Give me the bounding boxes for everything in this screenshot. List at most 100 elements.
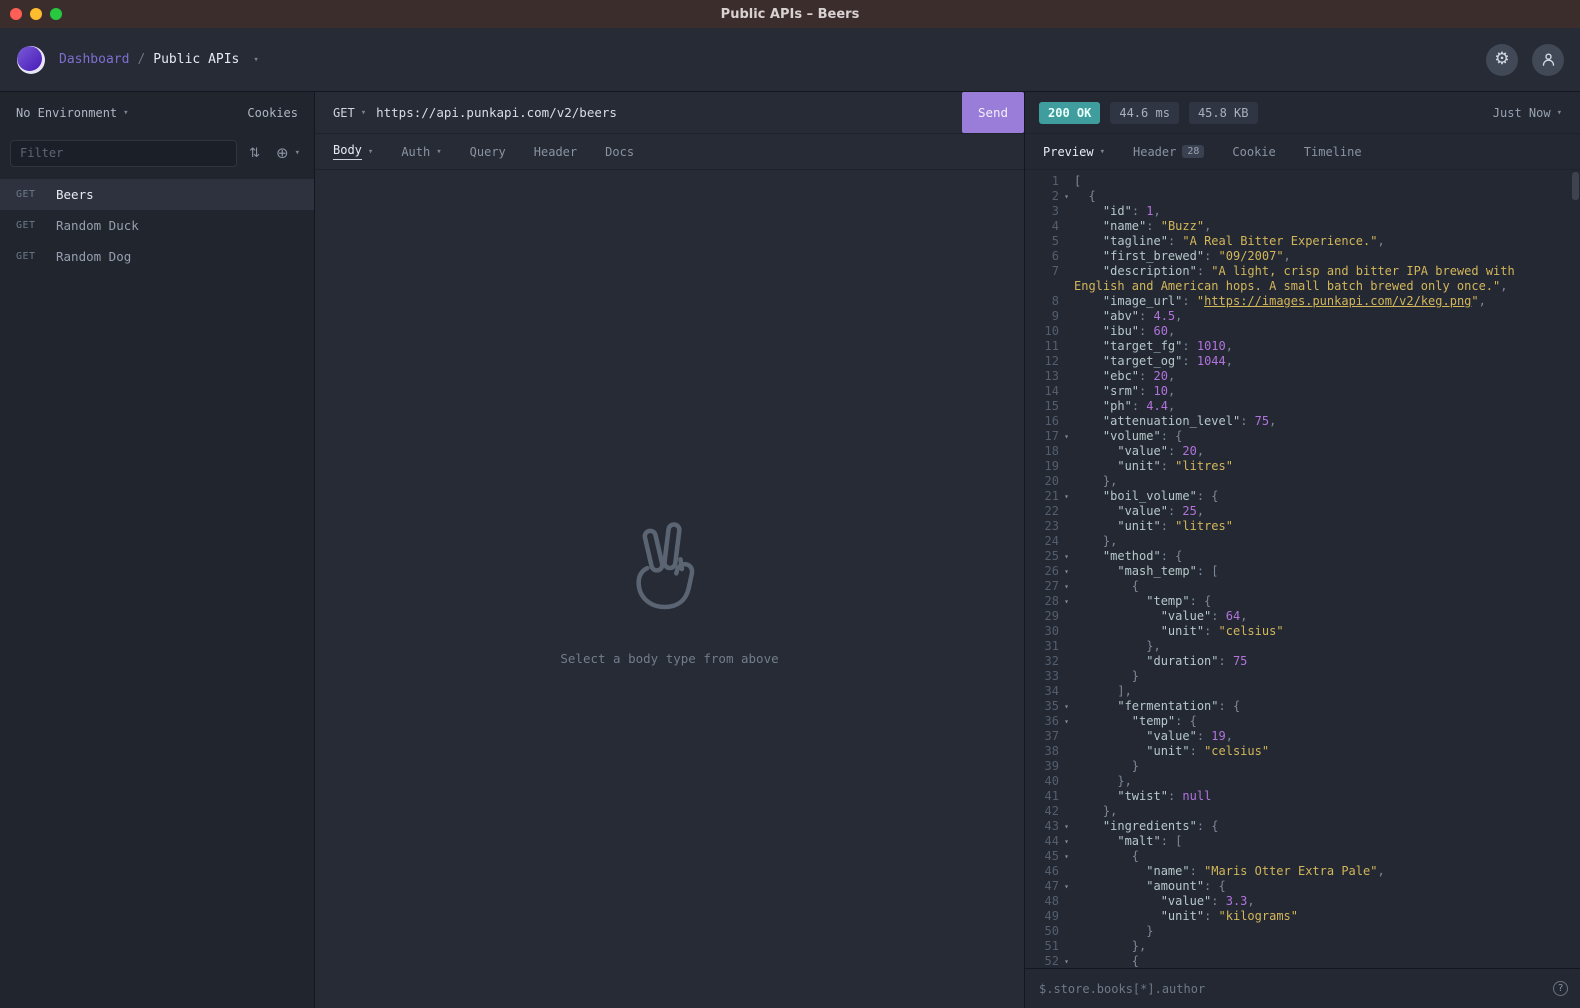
fold-caret-icon[interactable]: ▾ <box>1059 564 1074 579</box>
fold-caret-icon[interactable]: ▾ <box>1059 849 1074 864</box>
help-icon[interactable]: ? <box>1553 981 1568 996</box>
settings-button[interactable]: ⚙ <box>1486 44 1518 76</box>
sort-requests-button[interactable]: ⇅ <box>245 144 264 163</box>
code-line: 16 "attenuation_level": 75, <box>1031 414 1580 429</box>
line-number: 47 <box>1031 879 1059 894</box>
tab-label: Docs <box>605 145 634 159</box>
breadcrumb-dashboard-link[interactable]: Dashboard <box>59 52 129 67</box>
code-text: "temp": { <box>1074 714 1580 729</box>
code-line: 38 "unit": "celsius" <box>1031 744 1580 759</box>
fold-caret-icon[interactable]: ▾ <box>1059 429 1074 444</box>
chevron-down-icon: ▾ <box>1557 108 1562 118</box>
request-item-beers[interactable]: GETBeers <box>0 179 314 210</box>
fold-gutter <box>1059 354 1074 369</box>
fold-gutter <box>1059 654 1074 669</box>
tab-query[interactable]: Query <box>456 134 520 169</box>
chevron-down-icon: ▾ <box>295 148 300 158</box>
fold-gutter <box>1059 534 1074 549</box>
method-selector[interactable]: GET ▾ <box>315 106 376 120</box>
account-button[interactable] <box>1532 44 1564 76</box>
code-line: 40 }, <box>1031 774 1580 789</box>
tab-cookie[interactable]: Cookie <box>1218 134 1289 169</box>
tab-auth[interactable]: Auth▾ <box>387 134 455 169</box>
line-number: 7 <box>1031 264 1059 294</box>
workspace-menu-caret-icon[interactable]: ▾ <box>253 55 258 65</box>
code-line: 50 } <box>1031 924 1580 939</box>
code-line: 21▾ "boil_volume": { <box>1031 489 1580 504</box>
line-number: 19 <box>1031 459 1059 474</box>
fold-caret-icon[interactable]: ▾ <box>1059 699 1074 714</box>
line-number: 51 <box>1031 939 1059 954</box>
code-line: 2▾ { <box>1031 189 1580 204</box>
code-line: 41 "twist": null <box>1031 789 1580 804</box>
response-history-dropdown[interactable]: Just Now ▾ <box>1493 106 1566 120</box>
fold-caret-icon[interactable]: ▾ <box>1059 579 1074 594</box>
line-number: 46 <box>1031 864 1059 879</box>
fold-caret-icon[interactable]: ▾ <box>1059 954 1074 968</box>
code-text: "ingredients": { <box>1074 819 1580 834</box>
request-item-random-dog[interactable]: GETRandom Dog <box>0 241 314 272</box>
code-text: "mash_temp": [ <box>1074 564 1580 579</box>
fold-gutter <box>1059 339 1074 354</box>
response-time-badge: 44.6 ms <box>1110 102 1179 124</box>
code-line: 52▾ { <box>1031 954 1580 968</box>
fold-gutter <box>1059 624 1074 639</box>
code-line: 4 "name": "Buzz", <box>1031 219 1580 234</box>
close-window-button[interactable] <box>10 8 22 20</box>
line-number: 42 <box>1031 804 1059 819</box>
insomnia-logo-icon[interactable] <box>16 45 46 75</box>
sidebar-filter-input[interactable] <box>10 140 237 167</box>
fold-caret-icon[interactable]: ▾ <box>1059 549 1074 564</box>
add-request-button[interactable]: ⊕ ▾ <box>272 142 304 164</box>
tab-header[interactable]: Header <box>520 134 591 169</box>
fold-caret-icon[interactable]: ▾ <box>1059 594 1074 609</box>
code-text: "unit": "litres" <box>1074 459 1580 474</box>
request-item-random-duck[interactable]: GETRandom Duck <box>0 210 314 241</box>
code-text: "first_brewed": "09/2007", <box>1074 249 1580 264</box>
line-number: 21 <box>1031 489 1059 504</box>
request-name-label: Random Dog <box>56 249 131 264</box>
code-text: "value": 25, <box>1074 504 1580 519</box>
sidebar-filter-row: ⇅ ⊕ ▾ <box>0 134 314 172</box>
fold-caret-icon[interactable]: ▾ <box>1059 714 1074 729</box>
fold-caret-icon[interactable]: ▾ <box>1059 879 1074 894</box>
code-text: "fermentation": { <box>1074 699 1580 714</box>
tab-body[interactable]: Body▾ <box>319 134 387 169</box>
fold-gutter <box>1059 444 1074 459</box>
minimize-window-button[interactable] <box>30 8 42 20</box>
code-text: "unit": "litres" <box>1074 519 1580 534</box>
tab-timeline[interactable]: Timeline <box>1290 134 1376 169</box>
send-button[interactable]: Send <box>962 92 1024 133</box>
response-filter-input[interactable] <box>1039 982 1553 996</box>
fold-gutter <box>1059 759 1074 774</box>
line-number: 13 <box>1031 369 1059 384</box>
code-text: ], <box>1074 684 1580 699</box>
environment-selector[interactable]: No Environment ▾ <box>16 106 129 120</box>
line-number: 34 <box>1031 684 1059 699</box>
request-pane: GET ▾ https://api.punkapi.com/v2/beers S… <box>315 92 1025 1008</box>
scrollbar-thumb[interactable] <box>1572 172 1579 200</box>
tab-header[interactable]: Header28 <box>1119 134 1218 169</box>
fold-gutter <box>1059 924 1074 939</box>
code-text: } <box>1074 669 1580 684</box>
fold-gutter <box>1059 204 1074 219</box>
cookies-button[interactable]: Cookies <box>247 106 298 120</box>
fold-caret-icon[interactable]: ▾ <box>1059 834 1074 849</box>
line-number: 8 <box>1031 294 1059 309</box>
url-input[interactable]: https://api.punkapi.com/v2/beers <box>376 105 962 120</box>
code-text: "target_fg": 1010, <box>1074 339 1580 354</box>
tab-label: Cookie <box>1232 145 1275 159</box>
header-actions: ⚙ <box>1486 44 1564 76</box>
fold-gutter <box>1059 324 1074 339</box>
code-text: "volume": { <box>1074 429 1580 444</box>
tab-docs[interactable]: Docs <box>591 134 648 169</box>
code-line: 42 }, <box>1031 804 1580 819</box>
line-number: 11 <box>1031 339 1059 354</box>
fold-caret-icon[interactable]: ▾ <box>1059 819 1074 834</box>
code-line: 27▾ { <box>1031 579 1580 594</box>
fold-caret-icon[interactable]: ▾ <box>1059 489 1074 504</box>
fullscreen-window-button[interactable] <box>50 8 62 20</box>
user-icon <box>1541 52 1556 67</box>
fold-caret-icon[interactable]: ▾ <box>1059 189 1074 204</box>
tab-preview[interactable]: Preview▾ <box>1029 134 1119 169</box>
